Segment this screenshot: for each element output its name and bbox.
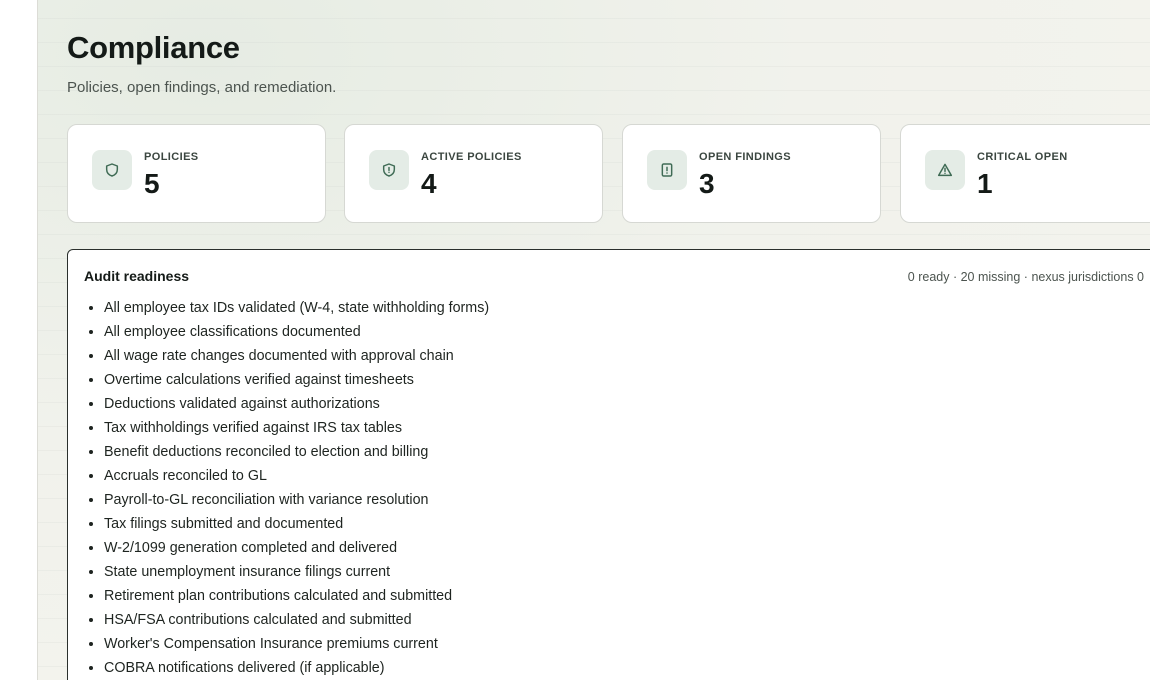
stat-value: 4 [421, 168, 437, 199]
main-content: Compliance Policies, open findings, and … [38, 0, 1150, 680]
stat-value: 3 [699, 168, 715, 199]
stat-label: CRITICAL OPEN [977, 151, 1068, 163]
stat-card-policies[interactable]: POLICIES 5 [67, 124, 326, 223]
shield-alert-icon [369, 150, 409, 190]
stat-value: 1 [977, 168, 993, 199]
audit-readiness-summary: 0 ready · 20 missing · nexus jurisdictio… [907, 270, 1144, 284]
stat-label: OPEN FINDINGS [699, 151, 791, 163]
stat-card-open-findings[interactable]: OPEN FINDINGS 3 [622, 124, 881, 223]
list-item: All employee tax IDs validated (W-4, sta… [104, 296, 489, 320]
page-subtitle: Policies, open findings, and remediation… [67, 79, 337, 96]
list-item: W-2/1099 generation completed and delive… [104, 536, 489, 560]
audit-readiness-title: Audit readiness [84, 268, 190, 284]
audit-checklist: All employee tax IDs validated (W-4, sta… [84, 296, 489, 680]
list-item: Deductions validated against authorizati… [104, 392, 489, 416]
list-item: All employee classifications documented [104, 320, 489, 344]
stat-card-critical-open[interactable]: CRITICAL OPEN 1 [900, 124, 1150, 223]
list-item: Overtime calculations verified against t… [104, 368, 489, 392]
stat-card-active-policies[interactable]: ACTIVE POLICIES 4 [344, 124, 603, 223]
shield-icon [92, 150, 132, 190]
list-item: Tax filings submitted and documented [104, 512, 489, 536]
page-title: Compliance [67, 30, 240, 65]
stat-value: 5 [144, 168, 160, 199]
warning-triangle-icon [925, 150, 965, 190]
stat-label: ACTIVE POLICIES [421, 151, 522, 163]
file-alert-icon [647, 150, 687, 190]
list-item: COBRA notifications delivered (if applic… [104, 656, 489, 680]
list-item: Tax withholdings verified against IRS ta… [104, 416, 489, 440]
list-item: HSA/FSA contributions calculated and sub… [104, 608, 489, 632]
list-item: Payroll-to-GL reconciliation with varian… [104, 488, 489, 512]
audit-readiness-panel: Audit readiness 0 ready · 20 missing · n… [67, 249, 1150, 680]
list-item: Accruals reconciled to GL [104, 464, 489, 488]
left-rail [0, 0, 38, 680]
list-item: All wage rate changes documented with ap… [104, 344, 489, 368]
list-item: Retirement plan contributions calculated… [104, 584, 489, 608]
list-item: State unemployment insurance filings cur… [104, 560, 489, 584]
stats-row: POLICIES 5 ACTIVE POLICIES 4 OPEN FINDIN… [67, 124, 1150, 225]
list-item: Benefit deductions reconciled to electio… [104, 440, 489, 464]
stat-label: POLICIES [144, 151, 199, 163]
list-item: Worker's Compensation Insurance premiums… [104, 632, 489, 656]
